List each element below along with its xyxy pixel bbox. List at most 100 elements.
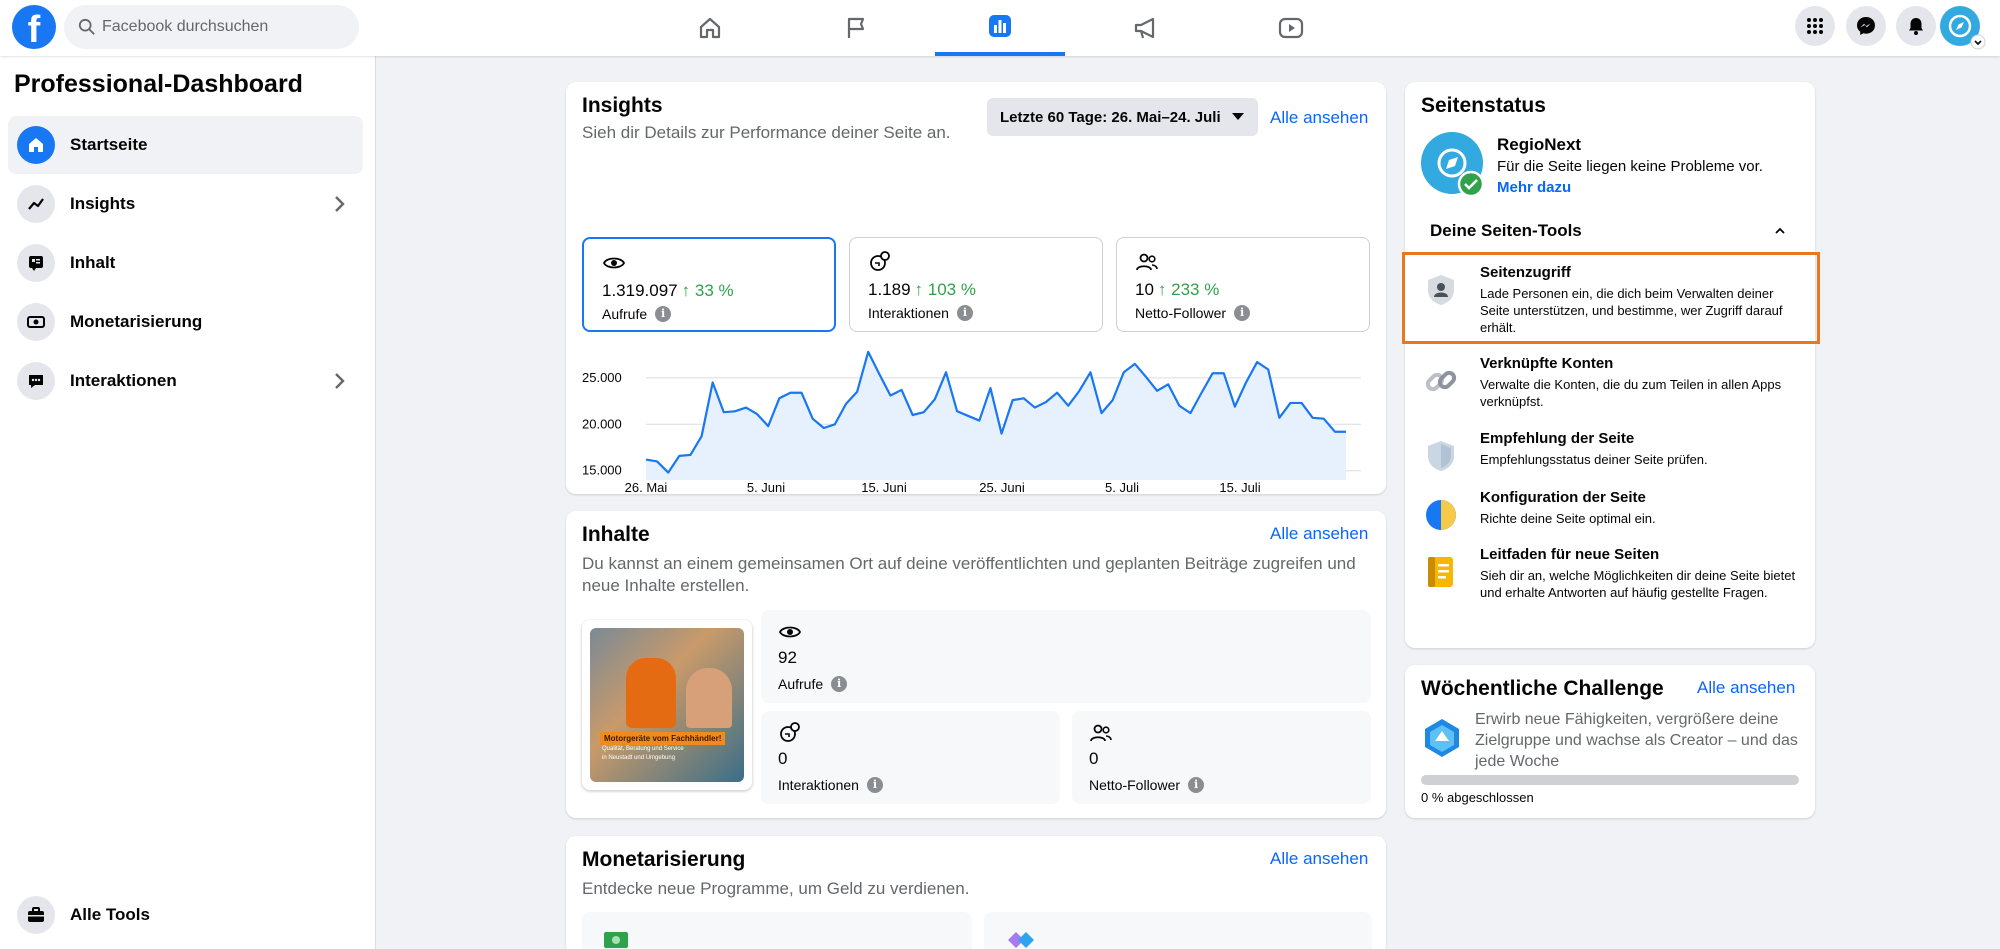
home-icon [17,126,55,164]
tool-konfiguration[interactable]: Konfiguration der Seite Richte deine Sei… [1405,489,1813,530]
messenger-button[interactable] [1846,6,1886,46]
info-icon[interactable]: i [655,306,672,322]
stat-label: Interaktionen i [778,777,883,793]
sidebar-item-label: Monetarisierung [70,312,203,331]
post-image-subcaption: Qualität, Beratung und Service [602,746,684,752]
monetization-program-tile[interactable] [582,912,972,949]
trend-line-icon [17,185,55,223]
sidebar-title: Professional-Dashboard [14,70,303,98]
nav-tab-home[interactable] [645,0,775,56]
facebook-logo[interactable]: f [12,5,56,49]
info-icon[interactable]: i [831,676,848,692]
challenge-badge-icon [1425,719,1459,757]
nav-tab-dashboard[interactable] [935,0,1065,56]
sidebar-item-label: Insights [70,194,136,213]
sidebar-item-inhalt[interactable]: Inhalt [8,234,363,292]
video-play-icon [1278,17,1304,39]
tool-description: Richte deine Seite optimal ein. [1480,511,1656,526]
post-thumbnail[interactable]: Motorgeräte vom Fachhändler! Qualität, B… [582,620,752,790]
cash-icon [604,932,628,948]
metric-card-netto-follower[interactable]: 10 ↑ 233 % Netto-Follower i [1116,237,1370,332]
search-icon [78,18,95,35]
megaphone-icon [1134,17,1155,39]
insights-title: Insights [582,94,663,117]
messenger-icon [1857,17,1875,35]
challenge-progress-label: 0 % abgeschlossen [1421,790,1534,805]
sidebar-item-monetarisierung[interactable]: Monetarisierung [8,293,363,351]
monetarisierung-subtitle: Entdecke neue Programme, um Geld zu verd… [582,879,970,898]
stat-value: 0 [1089,749,1099,768]
top-navigation-bar: f [0,0,2000,56]
flag-icon [847,17,865,38]
caret-down-icon [1231,113,1244,120]
tool-title: Verknüpfte Konten [1480,355,1614,372]
sidebar-item-insights[interactable]: Insights [8,175,363,233]
tool-title: Leitfaden für neue Seiten [1480,546,1660,563]
x-tick-label: 25. Juni [979,480,1025,494]
page-name: RegioNext [1497,135,1582,154]
menu-grid-icon [1807,18,1823,34]
tool-title: Empfehlung der Seite [1480,430,1635,447]
metric-card-interaktionen[interactable]: 1.189 ↑ 103 % Interaktionen i [849,237,1103,332]
search-input[interactable] [102,5,342,49]
notifications-button[interactable] [1896,6,1936,46]
highlight-box [1402,252,1820,344]
info-icon[interactable]: i [1188,777,1205,793]
bell-icon [1909,18,1923,35]
people-icon [1090,724,1112,742]
tool-leitfaden[interactable]: Leitfaden für neue Seiten Sieh dir an, w… [1405,546,1813,616]
nav-tab-video[interactable] [1226,0,1356,56]
challenge-see-all-link[interactable]: Alle ansehen [1697,678,1795,698]
stat-label: Netto-Follower i [1089,777,1205,793]
monetization-program-tile[interactable] [984,912,1372,949]
chevron-right-icon [335,196,345,212]
more-info-link[interactable]: Mehr dazu [1497,179,1571,196]
x-tick-label: 5. Juni [747,480,785,494]
info-icon[interactable]: i [956,305,973,321]
sidebar-item-interaktionen[interactable]: Interaktionen [8,352,363,410]
tool-description: Sieh dir an, welche Möglichkeiten dir de… [1480,568,1796,600]
post-image: Motorgeräte vom Fachhändler! Qualität, B… [590,628,744,782]
chevron-down-icon[interactable] [1970,34,1986,50]
chevron-right-icon [335,373,345,389]
inhalte-see-all-link[interactable]: Alle ansehen [1270,524,1368,544]
y-tick-label: 15.000 [582,463,622,478]
challenge-text: Erwirb neue Fähigkeiten, vergrößere dein… [1475,711,1798,770]
monetarisierung-card: Monetarisierung Alle ansehen Entdecke ne… [566,836,1386,949]
challenge-progress-bar [1421,775,1799,785]
tool-description: Verwalte die Konten, die du zum Teilen i… [1480,377,1782,409]
eye-icon [778,626,802,638]
search-box[interactable] [64,5,359,49]
tool-verknuepfte-konten[interactable]: Verknüpfte Konten Verwalte die Konten, d… [1405,355,1813,411]
menu-button[interactable] [1795,6,1835,46]
content-stat-aufrufe: 92 Aufrufe i [761,610,1371,703]
x-tick-label: 5. Juli [1105,480,1139,494]
metric-label: Interaktionen i [868,305,973,321]
sidebar-item-alle-tools[interactable]: Alle Tools [8,886,363,944]
money-icon [17,303,55,341]
page-tools-header[interactable]: Deine Seiten-Tools [1430,221,1582,241]
challenge-title: Wöchentliche Challenge [1421,677,1664,700]
page-avatar[interactable] [1421,132,1485,198]
nav-tab-ads[interactable] [1081,0,1211,56]
info-icon[interactable]: i [1234,305,1251,321]
monetarisierung-see-all-link[interactable]: Alle ansehen [1270,849,1368,869]
monetarisierung-title: Monetarisierung [582,848,746,871]
content-stat-interaktionen: 0 Interaktionen i [761,711,1060,804]
metric-card-aufrufe[interactable]: 1.319.097 ↑ 33 % Aufrufe i [582,237,836,332]
sidebar-item-startseite[interactable]: Startseite [8,116,363,174]
shield-icon [1428,441,1454,471]
metric-trend: ↑ 103 % [914,280,976,299]
chevron-up-icon[interactable] [1772,223,1788,239]
product-shape [626,658,676,728]
sidebar-item-label: Inhalt [70,253,116,272]
insights-card: Insights Sieh dir Details zur Performanc… [566,82,1386,494]
info-icon[interactable]: i [866,777,883,793]
date-range-dropdown[interactable]: Letzte 60 Tage: 26. Mai–24. Juli [987,98,1258,136]
insights-area-chart: 15.000 20.000 25.000 26. Mai 5. Juni 15. Juni… [582,350,1361,494]
x-tick-label: 15. Juli [1219,480,1260,494]
person-shape [686,668,732,728]
insights-see-all-link[interactable]: Alle ansehen [1270,108,1368,128]
nav-tab-pages[interactable] [791,0,921,56]
tool-empfehlung[interactable]: Empfehlung der Seite Empfehlungsstatus d… [1405,430,1813,471]
